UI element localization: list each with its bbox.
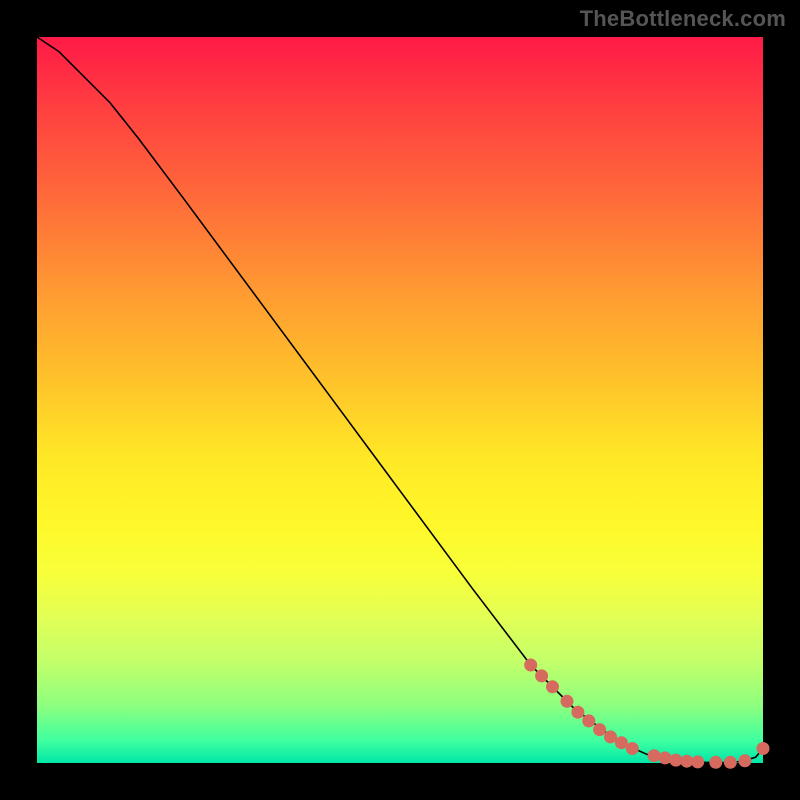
- data-point: [536, 670, 548, 682]
- data-point: [594, 724, 606, 736]
- data-point: [626, 743, 638, 755]
- data-point: [670, 754, 682, 766]
- scatter-dots: [525, 659, 769, 768]
- chart-svg: [37, 37, 763, 763]
- data-point: [659, 752, 671, 764]
- chart-frame: TheBottleneck.com: [0, 0, 800, 800]
- data-point: [757, 743, 769, 755]
- data-point: [710, 756, 722, 768]
- data-point: [561, 695, 573, 707]
- plot-area: [37, 37, 763, 763]
- data-point: [572, 706, 584, 718]
- data-point: [605, 731, 617, 743]
- data-point: [615, 737, 627, 749]
- data-point: [525, 659, 537, 671]
- curve-line: [37, 37, 763, 763]
- watermark-text: TheBottleneck.com: [580, 6, 786, 32]
- data-point: [648, 750, 660, 762]
- data-point: [739, 755, 751, 767]
- data-point: [583, 715, 595, 727]
- data-point: [692, 756, 704, 768]
- data-point: [547, 681, 559, 693]
- data-point: [681, 755, 693, 767]
- data-point: [724, 756, 736, 768]
